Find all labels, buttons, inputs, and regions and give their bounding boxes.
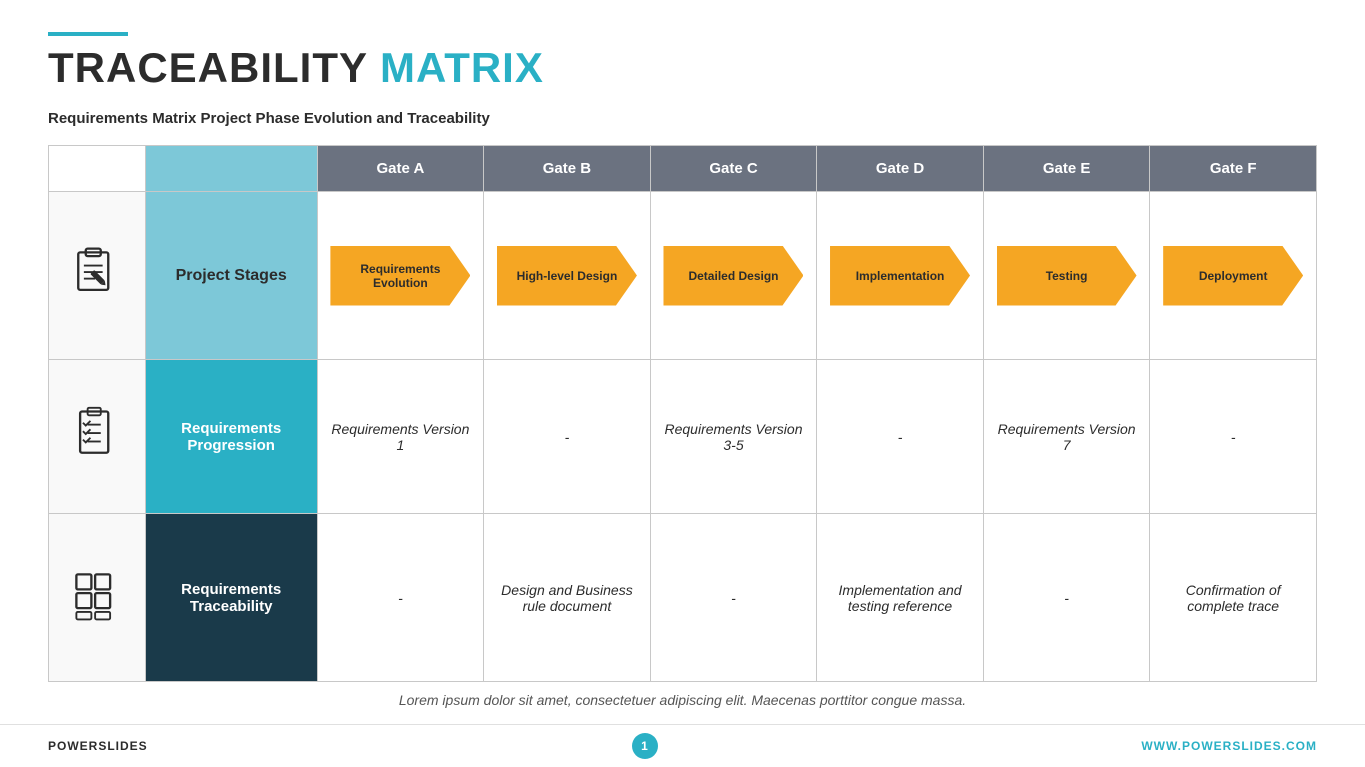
footer-note: Lorem ipsum dolor sit amet, consectetuer… [48,682,1317,714]
header-gate-a: Gate A [317,146,484,192]
arrow-body-a: Requirements Evolution [330,246,470,306]
clipboard-pencil-icon [67,243,127,303]
progression-icon-cell [49,360,146,514]
stages-icon-cell [49,192,146,360]
header-gate-e: Gate E [983,146,1150,192]
header-label-col [145,146,317,192]
header-row: Gate A Gate B Gate C Gate D Gate E Gate … [49,146,1317,192]
traceability-cell-b: Design and Business rule document [484,514,651,682]
arrow-body-e: Testing [997,246,1137,306]
header-gate-f: Gate F [1150,146,1317,192]
title-bar: TRACEABILITY MATRIX [48,32,1317,92]
progression-cell-b: - [484,360,651,514]
stages-gate-e: Testing [983,192,1150,360]
traceability-label-cell: Requirements Traceability [145,514,317,682]
traceability-cell-c: - [650,514,817,682]
arrow-body-c: Detailed Design [663,246,803,306]
progression-cell-c: Requirements Version 3-5 [650,360,817,514]
traceability-label: Requirements Traceability [181,581,281,615]
stages-gate-c: Detailed Design [650,192,817,360]
arrow-testing: Testing [988,246,1146,306]
stages-row: Project Stages Requirements Evolution Hi… [49,192,1317,360]
progression-label: Requirements Progression [181,420,281,454]
header-icon-col [49,146,146,192]
page-footer: POWERSLIDES 1 WWW.POWERSLIDES.COM [0,724,1365,767]
page-number: 1 [632,733,658,759]
checklist-icon [67,404,127,464]
traceability-cell-d: Implementation and testing reference [817,514,984,682]
arrow-high-level: High-level Design [488,246,646,306]
footer-brand-left: POWERSLIDES [48,739,148,753]
title-accent [48,32,128,36]
matrix-table: Gate A Gate B Gate C Gate D Gate E Gate … [48,145,1317,682]
title-row: TRACEABILITY MATRIX [48,44,1317,92]
progression-cell-a: Requirements Version 1 [317,360,484,514]
grid-matrix-icon [67,565,127,625]
header-gate-d: Gate D [817,146,984,192]
stages-gate-d: Implementation [817,192,984,360]
traceability-row: Requirements Traceability - Design and B… [49,514,1317,682]
stages-label: Project Stages [176,267,287,284]
arrow-detailed: Detailed Design [655,246,813,306]
stages-gate-b: High-level Design [484,192,651,360]
progression-cell-d: - [817,360,984,514]
arrow-req-evolution: Requirements Evolution [322,246,480,306]
progression-cell-e: Requirements Version 7 [983,360,1150,514]
subtitle: Requirements Matrix Project Phase Evolut… [48,110,1317,127]
traceability-icon-cell [49,514,146,682]
header-gate-c: Gate C [650,146,817,192]
traceability-cell-a: - [317,514,484,682]
progression-row: Requirements Progression Requirements Ve… [49,360,1317,514]
stages-label-cell: Project Stages [145,192,317,360]
footer-brand-right: WWW.POWERSLIDES.COM [1141,739,1317,753]
arrow-body-f: Deployment [1163,246,1303,306]
traceability-cell-f: Confirmation of complete trace [1150,514,1317,682]
arrow-body-b: High-level Design [497,246,637,306]
traceability-cell-e: - [983,514,1150,682]
arrow-deployment: Deployment [1154,246,1312,306]
main-content: TRACEABILITY MATRIX Requirements Matrix … [0,0,1365,724]
arrow-implementation: Implementation [821,246,979,306]
arrow-body-d: Implementation [830,246,970,306]
stages-gate-f: Deployment [1150,192,1317,360]
header-gate-b: Gate B [484,146,651,192]
stages-gate-a: Requirements Evolution [317,192,484,360]
title-black: TRACEABILITY [48,44,368,92]
title-teal: MATRIX [380,44,544,92]
progression-cell-f: - [1150,360,1317,514]
progression-label-cell: Requirements Progression [145,360,317,514]
